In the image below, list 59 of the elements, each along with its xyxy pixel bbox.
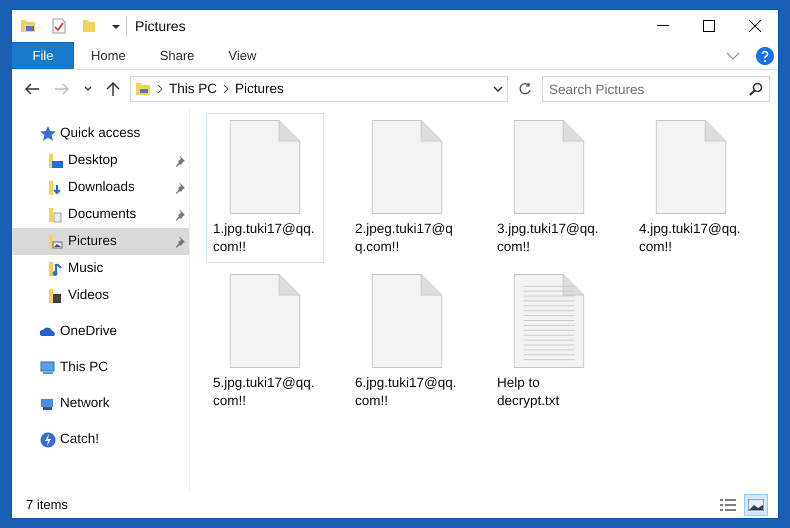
properties-icon[interactable]: [52, 18, 66, 34]
ribbon-tab[interactable]: Share: [142, 42, 212, 69]
lightning-icon: [40, 432, 56, 448]
sidebar-item[interactable]: Music: [12, 255, 189, 282]
file-item[interactable]: 4.jpg.tuki17@qq.com!!: [632, 113, 750, 263]
file-item[interactable]: Help to decrypt.txt: [490, 267, 608, 417]
ribbon-tab[interactable]: View: [211, 42, 274, 69]
file-item[interactable]: 3.jpg.tuki17@qq.com!!: [490, 113, 608, 263]
close-icon: [749, 20, 761, 32]
document-icon: [229, 274, 301, 368]
folder-icon: [48, 234, 64, 250]
file-item[interactable]: 6.jpg.tuki17@qq.com!!: [348, 267, 466, 417]
minimize-icon: [657, 25, 669, 27]
chevron-down-icon: [493, 86, 503, 92]
item-count: 7 items: [26, 496, 68, 514]
breadcrumb[interactable]: Pictures: [235, 78, 284, 100]
folder-icon: [135, 82, 151, 96]
search-field[interactable]: Search Pictures: [542, 76, 770, 102]
file-item[interactable]: 2.jpeg.tuki17@qq.com!!: [348, 113, 466, 263]
large-icons-view-button[interactable]: [744, 494, 768, 516]
file-item[interactable]: 1.jpg.tuki17@qq.com!!: [206, 113, 324, 263]
sidebar-item[interactable]: Catch!: [12, 426, 189, 453]
dropdown-icon[interactable]: [112, 23, 120, 29]
document-icon: [371, 274, 443, 368]
ribbon-tab[interactable]: Home: [74, 42, 143, 69]
folder-icon: [48, 288, 64, 304]
help-icon[interactable]: [756, 46, 774, 64]
star-icon: [40, 126, 56, 142]
document-icon: [655, 120, 727, 214]
sidebar-item[interactable]: OneDrive: [12, 318, 189, 345]
folder-icon[interactable]: [20, 19, 36, 33]
sidebar-item[interactable]: Downloads: [12, 174, 189, 201]
chevron-right-icon: [223, 85, 230, 93]
chevron-right-icon: [157, 85, 163, 93]
text-document-icon: [513, 274, 585, 368]
ribbon-tab[interactable]: File: [12, 42, 74, 69]
breadcrumb[interactable]: This PC: [169, 78, 218, 100]
file-item[interactable]: 5.jpg.tuki17@qq.com!!: [206, 267, 324, 417]
sidebar-item[interactable]: Videos: [12, 282, 189, 309]
address-bar[interactable]: This PC Pictures: [130, 76, 508, 102]
document-icon: [229, 120, 301, 214]
sidebar-item[interactable]: Documents: [12, 201, 189, 228]
maximize-icon: [703, 20, 715, 32]
folder-icon: [48, 152, 64, 168]
sidebar-item[interactable]: Network: [12, 390, 189, 417]
folder-icon: [48, 206, 64, 222]
sidebar-item[interactable]: This PC: [12, 354, 189, 381]
computer-icon: [40, 360, 56, 376]
window-title: Pictures: [126, 16, 186, 36]
document-icon: [371, 120, 443, 214]
sidebar-item[interactable]: Desktop: [12, 147, 189, 174]
document-icon: [513, 120, 585, 214]
image-icon: [748, 499, 764, 511]
chevron-down-icon[interactable]: [726, 52, 740, 60]
details-icon: [720, 498, 736, 512]
search-icon: [749, 82, 763, 96]
sidebar-item[interactable]: Quick access: [12, 120, 189, 147]
sidebar-item[interactable]: Pictures: [12, 228, 189, 255]
folder-icon: [48, 260, 64, 276]
